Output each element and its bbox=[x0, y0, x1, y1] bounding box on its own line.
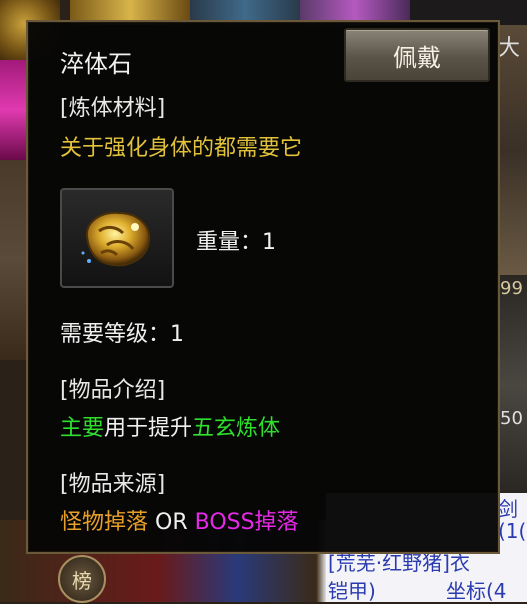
side-value: 99 bbox=[500, 278, 523, 299]
item-name: 淬体石 bbox=[60, 50, 132, 78]
item-intro: 主要用于提升五玄炼体 bbox=[60, 410, 280, 442]
right-panel-lower bbox=[500, 275, 527, 495]
chat-text: (1( bbox=[498, 519, 527, 543]
chat-coordinate-link[interactable]: 坐标(4 bbox=[446, 575, 507, 604]
item-source: 怪物掉落 OR BOSS掉落 bbox=[60, 504, 299, 536]
intro-highlight: 主要 bbox=[60, 416, 105, 441]
gold-stone-icon bbox=[81, 211, 151, 267]
intro-highlight: 五玄炼体 bbox=[192, 416, 281, 441]
right-panel bbox=[500, 25, 527, 275]
required-level: 需要等级：1 bbox=[60, 322, 184, 347]
item-icon-slot bbox=[60, 188, 174, 288]
item-description: 关于强化身体的都需要它 bbox=[60, 136, 303, 161]
item-tooltip: 淬体石 佩戴 [炼体材料] 关于强化身体的都需要它 重量：1 需要等级：1 [物… bbox=[26, 20, 500, 554]
chat-text: 铠甲) bbox=[328, 579, 376, 603]
source-or: OR bbox=[148, 510, 195, 535]
intro-text: 用于提升 bbox=[104, 416, 193, 441]
chat-text: 剑 bbox=[498, 497, 518, 521]
source-boss: BOSS掉落 bbox=[194, 510, 299, 535]
equip-button[interactable]: 佩戴 bbox=[344, 28, 490, 82]
rank-button[interactable]: 榜 bbox=[58, 555, 106, 603]
side-value: 50 bbox=[500, 408, 523, 429]
item-category: [炼体材料] bbox=[60, 96, 166, 121]
right-panel-title: 大 bbox=[498, 36, 521, 61]
source-monster: 怪物掉落 bbox=[60, 510, 149, 535]
item-weight: 重量：1 bbox=[196, 230, 276, 255]
intro-heading: [物品介绍] bbox=[60, 378, 166, 403]
source-heading: [物品来源] bbox=[60, 472, 166, 497]
